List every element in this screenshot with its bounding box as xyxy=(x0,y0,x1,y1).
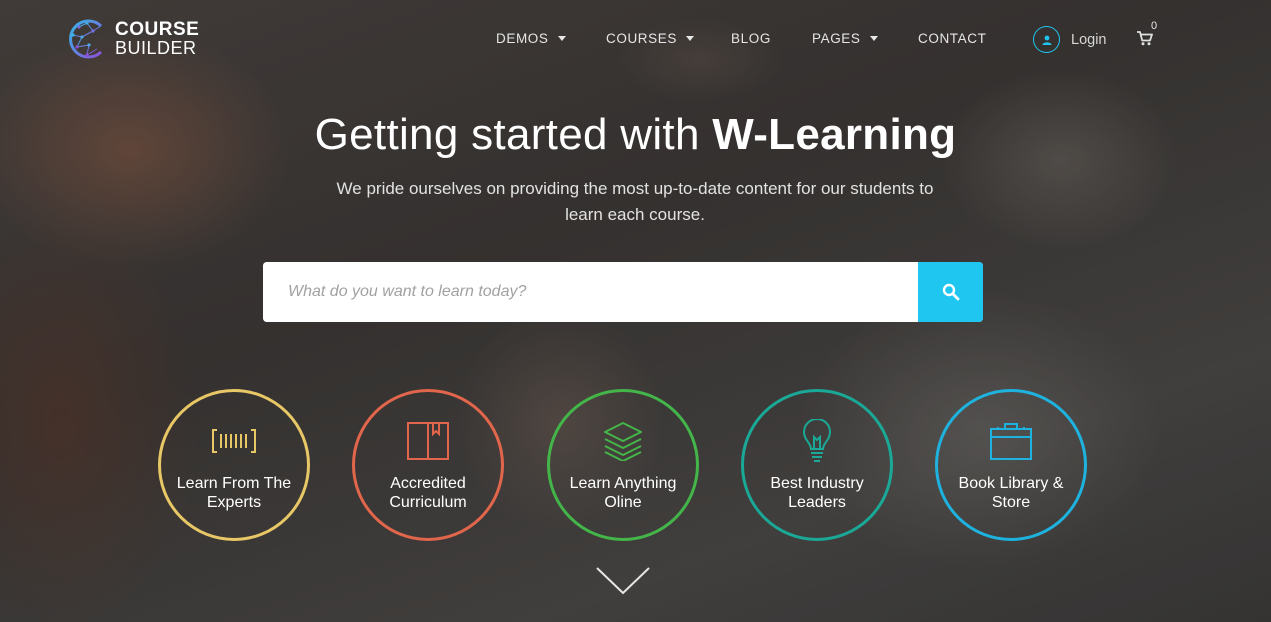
feature-label: Best Industry Leaders xyxy=(770,475,864,511)
shopping-cart-icon xyxy=(1137,31,1153,46)
layers-icon xyxy=(604,422,642,461)
caret-down-icon xyxy=(557,36,566,41)
cart-count-badge: 0 xyxy=(1151,20,1158,32)
nav-item-contact[interactable]: CONTACT xyxy=(918,31,986,46)
book-icon xyxy=(407,422,449,460)
nav-item-label: COURSES xyxy=(606,31,677,46)
caret-down-icon xyxy=(869,36,878,41)
brand-logo[interactable]: COURSE BUILDER xyxy=(67,17,199,61)
nav-item-label: CONTACT xyxy=(918,31,987,46)
search-input[interactable] xyxy=(263,262,918,322)
logo-icon xyxy=(69,19,103,59)
caret-down-icon xyxy=(685,36,694,41)
cart-button[interactable] xyxy=(1137,31,1153,51)
feature-accredited-curriculum[interactable]: Accredited Curriculum xyxy=(352,389,504,541)
nav-item-label: BLOG xyxy=(731,31,771,46)
hero-title-bold: W-Learning xyxy=(712,110,957,159)
feature-best-industry-leaders[interactable]: Best Industry Leaders xyxy=(741,389,893,541)
feature-book-library-store[interactable]: Book Library & Store xyxy=(935,389,1087,541)
chevron-down-icon xyxy=(596,567,650,595)
search-button[interactable] xyxy=(918,262,983,322)
user-icon xyxy=(1033,26,1060,53)
brand-name-line1: COURSE xyxy=(115,19,200,40)
login-label: Login xyxy=(1071,31,1107,48)
feature-learn-anything-online[interactable]: Learn Anything Oline xyxy=(547,389,699,541)
nav-item-label: DEMOS xyxy=(496,31,549,46)
feature-label: Book Library & Store xyxy=(958,475,1064,511)
feature-label: Learn From The Experts xyxy=(176,475,292,511)
barcode-icon xyxy=(212,429,256,453)
nav-item-courses[interactable]: COURSES xyxy=(606,31,694,46)
nav-item-demos[interactable]: DEMOS xyxy=(496,31,566,46)
hero-title-light: Getting started with xyxy=(314,110,713,159)
scroll-down-button[interactable] xyxy=(595,566,651,601)
nav-item-label: PAGES xyxy=(812,31,861,46)
nav-item-pages[interactable]: PAGES xyxy=(812,31,878,46)
briefcase-icon xyxy=(990,423,1032,460)
brand-name-line2: BUILDER xyxy=(115,38,197,58)
nav-item-blog[interactable]: BLOG xyxy=(731,31,771,46)
feature-label: Accredited Curriculum xyxy=(389,475,467,511)
search-icon xyxy=(942,283,959,301)
feature-learn-from-experts[interactable]: Learn From The Experts xyxy=(158,389,310,541)
search-bar xyxy=(263,262,983,322)
login-link[interactable]: Login xyxy=(1033,26,1106,53)
hero-title: Getting started with W-Learning xyxy=(0,110,1271,160)
hero-subtitle: We pride ourselves on providing the most… xyxy=(336,179,934,224)
feature-label: Learn Anything Oline xyxy=(569,475,677,511)
lightbulb-icon xyxy=(802,419,832,462)
